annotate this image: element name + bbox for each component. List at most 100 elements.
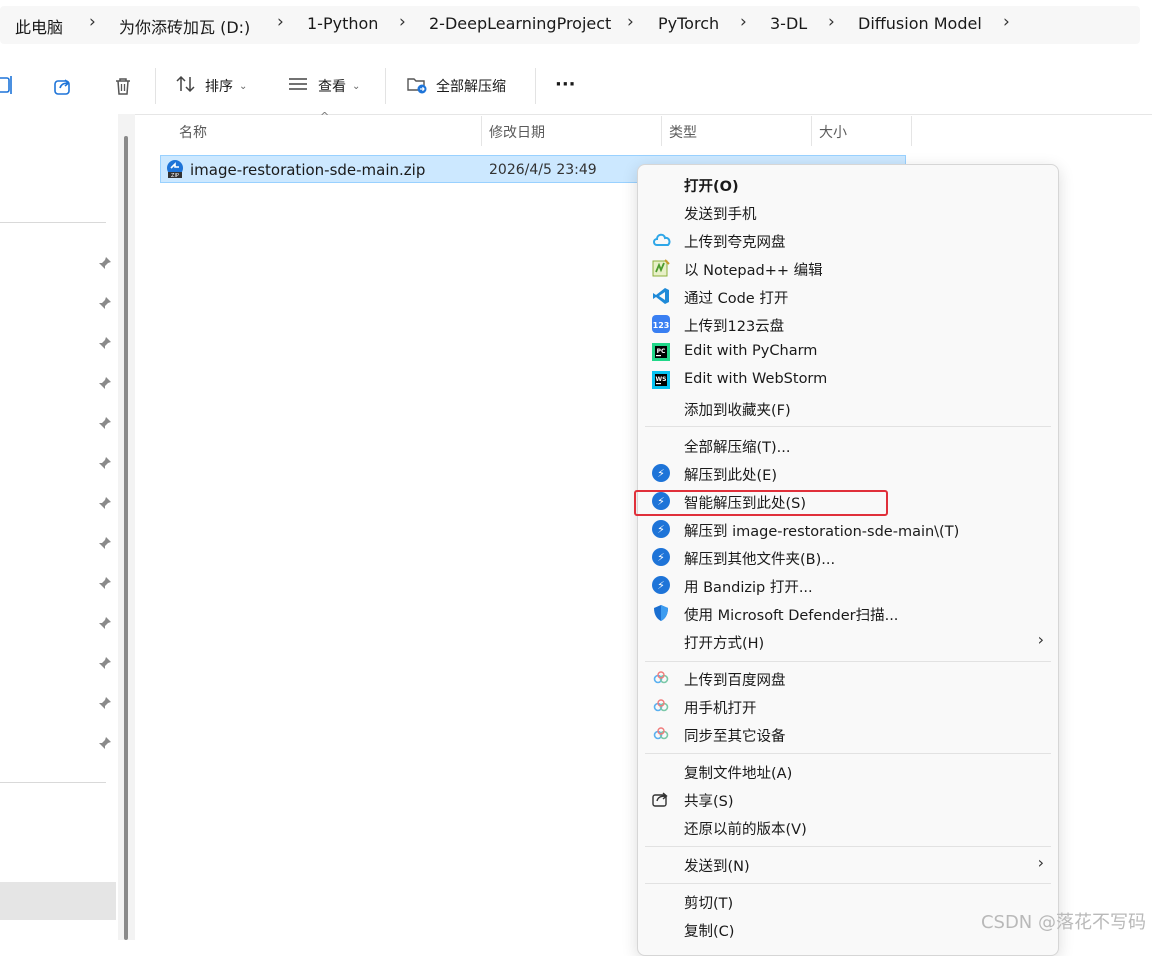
breadcrumb-separator[interactable]: › xyxy=(828,12,835,32)
menu-item-open-with[interactable]: 打开方式(H) › xyxy=(638,627,1058,655)
menu-item-label: 上传到夸克网盘 xyxy=(684,235,786,251)
view-button[interactable]: 查看 ⌄ xyxy=(287,70,360,102)
column-separator[interactable] xyxy=(661,116,662,146)
menu-item-upload-123[interactable]: 123 上传到123云盘 xyxy=(638,310,1058,338)
column-header-size[interactable]: 大小 xyxy=(819,122,847,142)
menu-item-defender[interactable]: 使用 Microsoft Defender扫描... xyxy=(638,599,1058,627)
nav-selected-item[interactable] xyxy=(0,882,116,920)
breadcrumb-item-python[interactable]: 1-Python xyxy=(307,14,378,33)
breadcrumb-separator[interactable]: › xyxy=(399,12,406,32)
menu-item-restore-versions[interactable]: 还原以前的版本(V) xyxy=(638,813,1058,841)
breadcrumb-item-this-pc[interactable]: 此电脑 xyxy=(15,14,63,38)
breadcrumb-item-diffusion[interactable]: Diffusion Model xyxy=(858,14,982,33)
menu-item-label: 上传到123云盘 xyxy=(684,319,785,335)
column-header-type[interactable]: 类型 xyxy=(669,122,697,142)
pin-icon[interactable] xyxy=(98,655,112,674)
view-icon xyxy=(287,74,309,98)
pin-icon[interactable] xyxy=(98,535,112,554)
menu-item-send-to[interactable]: 发送到(N) › xyxy=(638,850,1058,878)
menu-item-label: 剪切(T) xyxy=(684,896,734,912)
nav-divider xyxy=(0,222,106,223)
column-separator[interactable] xyxy=(481,116,482,146)
sort-icon xyxy=(175,74,197,98)
breadcrumb-separator[interactable]: › xyxy=(740,12,747,32)
menu-item-label: 复制文件地址(A) xyxy=(684,766,793,782)
breadcrumb-separator[interactable]: › xyxy=(1003,12,1010,32)
menu-separator xyxy=(645,846,1051,847)
menu-item-share[interactable]: 共享(S) xyxy=(638,785,1058,813)
menu-item-vscode[interactable]: 通过 Code 打开 xyxy=(638,282,1058,310)
breadcrumb-separator[interactable]: › xyxy=(89,12,96,32)
delete-icon[interactable] xyxy=(113,76,133,100)
breadcrumb: 此电脑 › 为你添砖加瓦 (D:) › 1-Python › 2-DeepLea… xyxy=(0,0,1152,50)
breadcrumb-separator[interactable]: › xyxy=(277,12,284,32)
navigation-pane xyxy=(0,114,118,940)
menu-item-open-phone[interactable]: 用手机打开 xyxy=(638,692,1058,720)
rename-icon[interactable] xyxy=(0,75,14,99)
pin-icon[interactable] xyxy=(98,295,112,314)
share-icon[interactable] xyxy=(53,76,73,100)
toolbar-divider xyxy=(155,68,156,104)
breadcrumb-separator[interactable]: › xyxy=(627,12,634,32)
pin-icon[interactable] xyxy=(98,695,112,714)
menu-item-copy-path[interactable]: 复制文件地址(A) xyxy=(638,757,1058,785)
extract-all-button[interactable]: 全部解压缩 xyxy=(406,70,506,102)
pin-icon[interactable] xyxy=(98,255,112,274)
nav-scrollbar-thumb[interactable] xyxy=(124,136,128,940)
menu-item-label: 全部解压缩(T)... xyxy=(684,440,791,456)
breadcrumb-item-pytorch[interactable]: PyTorch xyxy=(658,14,719,33)
menu-item-notepad[interactable]: 以 Notepad++ 编辑 xyxy=(638,254,1058,282)
nav-divider xyxy=(0,782,106,783)
menu-item-label: 打开(O) xyxy=(684,179,739,195)
menu-item-open-bandizip[interactable]: ⚡ 用 Bandizip 打开... xyxy=(638,571,1058,599)
menu-item-send-to-phone[interactable]: 发送到手机 xyxy=(638,198,1058,226)
menu-item-label: Edit with WebStorm xyxy=(684,371,828,387)
pin-icon[interactable] xyxy=(98,335,112,354)
bandizip-icon: ⚡ xyxy=(652,548,670,566)
svg-text:123: 123 xyxy=(653,321,670,330)
baidu-cloud-icon xyxy=(652,697,670,715)
menu-item-label: 以 Notepad++ 编辑 xyxy=(684,263,823,279)
column-separator[interactable] xyxy=(911,116,912,146)
command-bar: 排序 ⌄ 查看 ⌄ 全部解压缩 ··· xyxy=(0,50,1152,115)
more-options-button[interactable]: ··· xyxy=(555,68,576,100)
sort-button[interactable]: 排序 ⌄ xyxy=(175,70,247,102)
menu-item-add-favorites[interactable]: 添加到收藏夹(F) xyxy=(638,394,1058,422)
menu-item-label: 解压到此处(E) xyxy=(684,468,777,484)
menu-item-webstorm[interactable]: WS Edit with WebStorm xyxy=(638,366,1058,394)
menu-item-label: 上传到百度网盘 xyxy=(684,673,786,689)
pin-icon[interactable] xyxy=(98,455,112,474)
breadcrumb-item-3dl[interactable]: 3-DL xyxy=(770,14,807,33)
pin-icon[interactable] xyxy=(98,415,112,434)
breadcrumb-item-deeplearning[interactable]: 2-DeepLearningProject xyxy=(429,14,611,33)
column-separator[interactable] xyxy=(811,116,812,146)
menu-item-label: 复制(C) xyxy=(684,924,735,940)
pin-icon[interactable] xyxy=(98,615,112,634)
column-header-modified[interactable]: 修改日期 xyxy=(489,122,545,142)
share-icon xyxy=(652,790,670,808)
menu-item-label: 解压到其他文件夹(B)... xyxy=(684,552,836,568)
file-name: image-restoration-sde-main.zip xyxy=(190,161,426,179)
pin-icon[interactable] xyxy=(98,735,112,754)
menu-item-label: 发送到(N) xyxy=(684,859,750,875)
breadcrumb-item-drive-d[interactable]: 为你添砖加瓦 (D:) xyxy=(119,14,250,38)
pin-icon[interactable] xyxy=(98,375,112,394)
menu-item-upload-quark[interactable]: 上传到夸克网盘 xyxy=(638,226,1058,254)
menu-item-upload-baidu[interactable]: 上传到百度网盘 xyxy=(638,664,1058,692)
menu-item-label: 同步至其它设备 xyxy=(684,729,786,745)
pin-icon[interactable] xyxy=(98,575,112,594)
pin-icon[interactable] xyxy=(98,495,112,514)
column-header-name[interactable]: 名称 xyxy=(179,122,207,142)
menu-item-extract-here[interactable]: ⚡ 解压到此处(E) xyxy=(638,459,1058,487)
menu-item-pycharm[interactable]: PC Edit with PyCharm xyxy=(638,338,1058,366)
menu-item-label: 添加到收藏夹(F) xyxy=(684,403,791,419)
menu-item-sync-devices[interactable]: 同步至其它设备 xyxy=(638,720,1058,748)
menu-item-open[interactable]: 打开(O) xyxy=(638,170,1058,198)
menu-item-extract-all[interactable]: 全部解压缩(T)... xyxy=(638,431,1058,459)
chevron-down-icon: ⌄ xyxy=(352,80,361,92)
menu-item-extract-to-folder[interactable]: ⚡ 解压到 image-restoration-sde-main\(T) xyxy=(638,515,1058,543)
menu-item-label: 用 Bandizip 打开... xyxy=(684,580,813,596)
toolbar-divider xyxy=(385,68,386,104)
menu-item-extract-other[interactable]: ⚡ 解压到其他文件夹(B)... xyxy=(638,543,1058,571)
menu-item-label: 还原以前的版本(V) xyxy=(684,822,807,838)
